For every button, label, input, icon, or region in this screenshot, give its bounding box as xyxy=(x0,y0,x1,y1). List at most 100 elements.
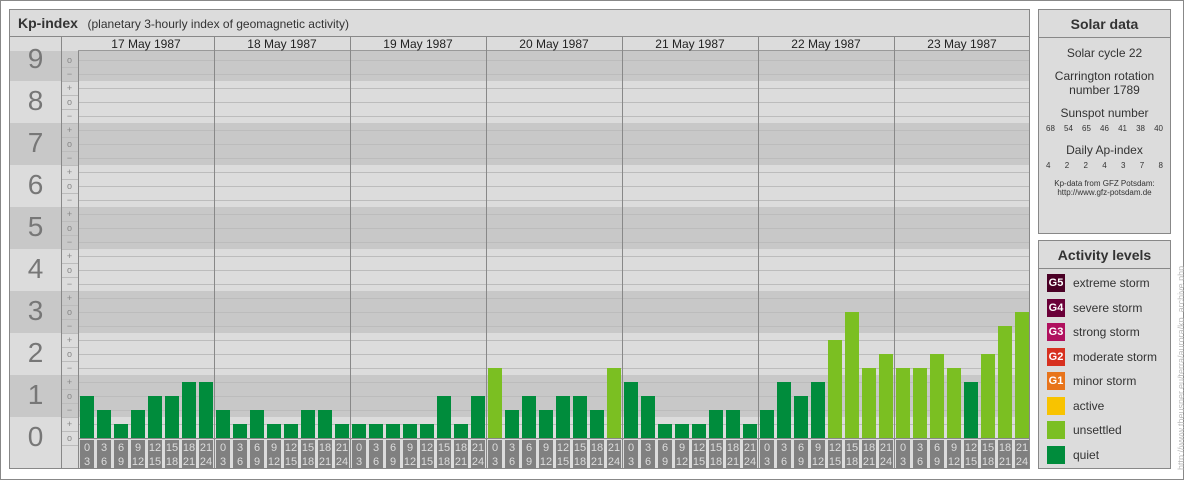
grid-line xyxy=(78,340,1029,341)
grid-tick xyxy=(61,305,78,306)
activity-level-item: G3 strong storm xyxy=(1039,320,1170,345)
kp-bar[interactable] xyxy=(165,396,179,438)
hour-label: 12 15 xyxy=(148,440,162,468)
grid-line xyxy=(78,214,1029,215)
kp-bar[interactable] xyxy=(114,424,128,438)
kp-bar[interactable] xyxy=(913,368,927,438)
kp-bar[interactable] xyxy=(403,424,417,438)
kp-bar[interactable] xyxy=(97,410,111,438)
kp-bar[interactable] xyxy=(216,410,230,438)
level-swatch: G4 xyxy=(1047,298,1065,317)
kp-bar[interactable] xyxy=(964,382,978,438)
kp-bar[interactable] xyxy=(301,410,315,438)
hour-label-text: 15 xyxy=(420,456,434,468)
kp-bar[interactable] xyxy=(556,396,570,438)
kp-bar[interactable] xyxy=(420,424,434,438)
hour-label: 15 18 xyxy=(165,440,179,468)
kp-bar[interactable] xyxy=(488,368,502,438)
kp-bar[interactable] xyxy=(709,410,723,438)
kp-bar[interactable] xyxy=(182,382,196,438)
hour-label: 69 xyxy=(794,440,808,468)
watermark-url: http://www.theusner.eu/terra/aurora/kp_a… xyxy=(1176,265,1184,470)
kp-bar[interactable] xyxy=(80,396,94,438)
grid-tick xyxy=(61,81,78,82)
grid-tick xyxy=(61,123,78,124)
kp-bar[interactable] xyxy=(454,424,468,438)
kp-bar[interactable] xyxy=(539,410,553,438)
kp-bar[interactable] xyxy=(267,424,281,438)
kp-bar[interactable] xyxy=(318,410,332,438)
kp-bar[interactable] xyxy=(131,410,145,438)
kp-bar[interactable] xyxy=(471,396,485,438)
hour-label: 15 18 xyxy=(573,440,587,468)
kp-bar[interactable] xyxy=(811,382,825,438)
hour-label: 18 21 xyxy=(726,440,740,468)
kp-bar[interactable] xyxy=(930,354,944,438)
kp-bar[interactable] xyxy=(505,410,519,438)
kp-bar[interactable] xyxy=(947,368,961,438)
kp-bar[interactable] xyxy=(862,368,876,438)
kp-bar[interactable] xyxy=(726,410,740,438)
activity-level-item: quiet xyxy=(1039,443,1170,468)
hour-label: 69 xyxy=(522,440,536,468)
kp-bar[interactable] xyxy=(199,382,213,438)
kp-bar[interactable] xyxy=(1015,312,1029,438)
kp-bar[interactable] xyxy=(148,396,162,438)
kp-bar[interactable] xyxy=(896,368,910,438)
hour-label-text: 12 xyxy=(811,456,825,468)
hour-label: 9 12 xyxy=(403,440,417,468)
sunspot-value: 68 xyxy=(1046,124,1055,133)
sunspot-values: 68 54 65 46 41 38 40 xyxy=(1039,124,1170,133)
kp-bar[interactable] xyxy=(828,340,842,438)
grid-tick xyxy=(61,221,78,222)
kp-bar[interactable] xyxy=(522,396,536,438)
kp-bar[interactable] xyxy=(573,396,587,438)
kp-sub-mark: + xyxy=(66,293,73,303)
activity-level-item: active xyxy=(1039,394,1170,419)
hour-label: 36 xyxy=(233,440,247,468)
kp-bar[interactable] xyxy=(250,410,264,438)
kp-bar[interactable] xyxy=(794,396,808,438)
grid-tick xyxy=(61,319,78,320)
kp-bar[interactable] xyxy=(845,312,859,438)
kp-bar[interactable] xyxy=(981,354,995,438)
kp-bar[interactable] xyxy=(675,424,689,438)
kp-bar[interactable] xyxy=(760,410,774,438)
kp-bar[interactable] xyxy=(284,424,298,438)
hour-label-text: 3 xyxy=(780,442,788,454)
kp-bar[interactable] xyxy=(743,424,757,438)
kp-bar[interactable] xyxy=(658,424,672,438)
kp-bar[interactable] xyxy=(352,424,366,438)
kp-bar[interactable] xyxy=(879,354,893,438)
source-link[interactable]: http://www.gfz-potsdam.de xyxy=(1039,188,1170,197)
kp-bar[interactable] xyxy=(233,424,247,438)
kp-bar[interactable] xyxy=(777,382,791,438)
kp-bar[interactable] xyxy=(437,396,451,438)
grid-line xyxy=(78,130,1029,131)
hour-label-text: 12 xyxy=(556,442,570,454)
hour-label-text: 9 xyxy=(797,456,805,468)
kp-sub-mark: − xyxy=(66,279,73,289)
hour-label-text: 3 xyxy=(916,442,924,454)
kp-bar[interactable] xyxy=(641,396,655,438)
hour-label: 12 15 xyxy=(556,440,570,468)
kp-bar[interactable] xyxy=(624,382,638,438)
activity-level-item: G1 minor storm xyxy=(1039,369,1170,394)
hour-label: 36 xyxy=(641,440,655,468)
kp-bar[interactable] xyxy=(607,368,621,438)
kp-bar[interactable] xyxy=(369,424,383,438)
hour-label-text: 6 xyxy=(236,456,244,468)
hour-label-text: 18 xyxy=(454,442,468,454)
hour-label-text: 18 xyxy=(318,442,332,454)
level-label: active xyxy=(1073,398,1105,413)
kp-sub-mark: − xyxy=(66,153,73,163)
grid-line xyxy=(78,438,1029,439)
kp-bar[interactable] xyxy=(590,410,604,438)
grid-tick xyxy=(61,207,78,208)
kp-bar[interactable] xyxy=(386,424,400,438)
kp-bar[interactable] xyxy=(335,424,349,438)
kp-bar[interactable] xyxy=(692,424,706,438)
hour-label: 9 12 xyxy=(947,440,961,468)
kp-bar[interactable] xyxy=(998,326,1012,438)
day-header: 20 May 1987 xyxy=(486,37,622,51)
